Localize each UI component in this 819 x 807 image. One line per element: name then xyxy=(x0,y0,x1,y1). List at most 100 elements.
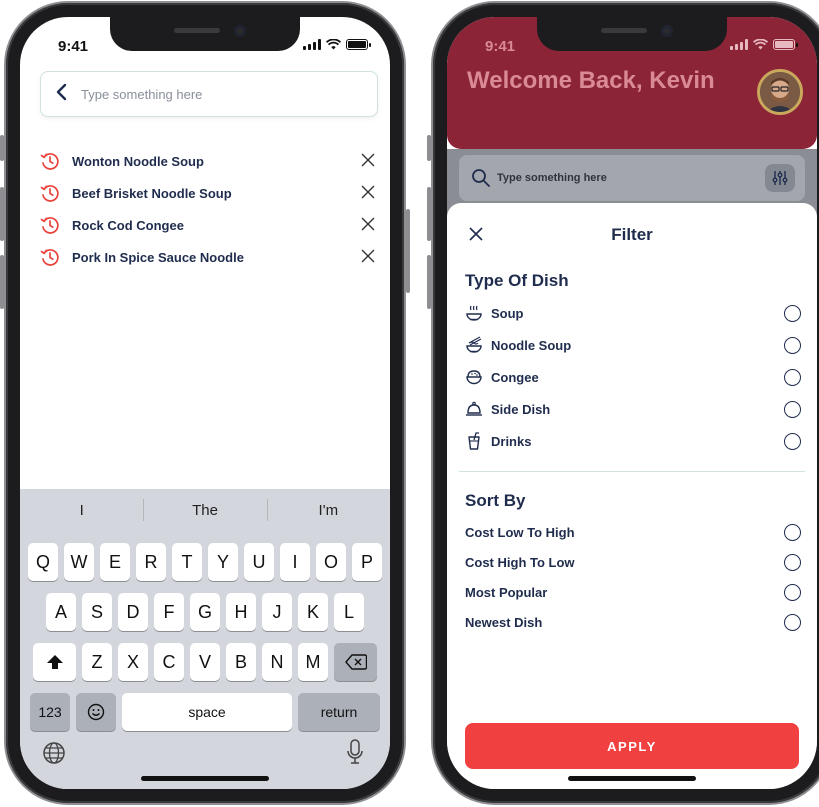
status-icons xyxy=(303,39,371,50)
status-icons xyxy=(730,39,798,50)
return-key[interactable]: return xyxy=(298,693,380,731)
radio-button[interactable] xyxy=(784,583,801,601)
key[interactable]: H xyxy=(226,593,256,631)
search-input[interactable]: Type something here xyxy=(81,87,202,102)
key[interactable]: E xyxy=(100,543,130,581)
filter-option-soup[interactable]: Soup xyxy=(465,300,801,326)
key-row-3: Z X C V B N M xyxy=(20,643,390,681)
filter-option-side-dish[interactable]: Side Dish xyxy=(465,396,801,422)
recent-search-item[interactable]: Rock Cod Congee xyxy=(40,209,380,241)
filter-sliders-icon[interactable] xyxy=(765,164,795,192)
radio-button[interactable] xyxy=(784,553,801,571)
key[interactable]: X xyxy=(118,643,148,681)
battery-icon xyxy=(773,39,798,50)
volume-down-button xyxy=(427,255,431,309)
remove-icon[interactable] xyxy=(356,150,380,173)
suggestion-item[interactable]: The xyxy=(143,498,266,521)
user-photo xyxy=(760,72,800,112)
filter-sheet: Filter Type Of Dish Soup Noodle Soup Con… xyxy=(447,203,817,789)
key[interactable]: K xyxy=(298,593,328,631)
remove-icon[interactable] xyxy=(356,214,380,237)
recent-search-item[interactable]: Beef Brisket Noodle Soup xyxy=(40,177,380,209)
signal-icon xyxy=(730,39,748,50)
avatar[interactable] xyxy=(757,69,803,115)
sort-option-most-popular[interactable]: Most Popular xyxy=(465,579,801,605)
radio-button[interactable] xyxy=(784,523,801,541)
search-bar[interactable]: Type something here xyxy=(40,71,378,117)
recent-search-label: Beef Brisket Noodle Soup xyxy=(72,185,232,201)
back-chevron-icon[interactable] xyxy=(41,71,81,117)
key[interactable]: Q xyxy=(28,543,58,581)
recent-search-item[interactable]: Wonton Noodle Soup xyxy=(40,145,380,177)
sort-option-label: Most Popular xyxy=(465,584,548,600)
sort-option-newest[interactable]: Newest Dish xyxy=(465,609,801,635)
phone-frame-filter: 9:41 Welcome Back, Kevin Type something … xyxy=(427,3,819,803)
recent-search-label: Wonton Noodle Soup xyxy=(72,153,204,169)
recent-search-item[interactable]: Pork In Spice Sauce Noodle xyxy=(40,241,380,273)
filter-option-label: Drinks xyxy=(491,433,532,449)
radio-button[interactable] xyxy=(784,304,801,322)
radio-button[interactable] xyxy=(784,613,801,631)
key[interactable]: V xyxy=(190,643,220,681)
radio-button[interactable] xyxy=(784,432,801,450)
suggestion-item[interactable]: I'm xyxy=(266,498,390,521)
key[interactable]: S xyxy=(82,593,112,631)
space-key[interactable]: space xyxy=(122,693,292,731)
remove-icon[interactable] xyxy=(356,182,380,205)
volume-up-button xyxy=(0,187,4,241)
sort-option-cost-high-low[interactable]: Cost High To Low xyxy=(465,549,801,575)
microphone-icon[interactable] xyxy=(346,739,364,770)
emoji-key[interactable] xyxy=(76,693,116,731)
radio-button[interactable] xyxy=(784,336,801,354)
shift-key[interactable] xyxy=(33,643,76,681)
keyboard-bottom-bar xyxy=(20,735,390,775)
home-search-bar[interactable]: Type something here xyxy=(459,155,805,201)
key[interactable]: G xyxy=(190,593,220,631)
key-row-1: Q W E R T Y U I O P xyxy=(20,543,390,581)
key[interactable]: O xyxy=(316,543,346,581)
key[interactable]: Y xyxy=(208,543,238,581)
key[interactable]: B xyxy=(226,643,256,681)
filter-option-noodle-soup[interactable]: Noodle Soup xyxy=(465,332,801,358)
notch xyxy=(110,17,300,51)
delete-key[interactable] xyxy=(334,643,377,681)
radio-button[interactable] xyxy=(784,400,801,418)
key[interactable]: A xyxy=(46,593,76,631)
history-icon xyxy=(40,183,72,203)
key[interactable]: P xyxy=(352,543,382,581)
apply-button[interactable]: APPLY xyxy=(465,723,799,769)
filter-screen: 9:41 Welcome Back, Kevin Type something … xyxy=(447,17,817,789)
home-search-input[interactable]: Type something here xyxy=(497,172,607,184)
key[interactable]: C xyxy=(154,643,184,681)
mute-switch xyxy=(427,135,431,161)
filter-option-drinks[interactable]: Drinks xyxy=(465,428,801,454)
key[interactable]: I xyxy=(280,543,310,581)
numbers-key[interactable]: 123 xyxy=(30,693,70,731)
status-time: 9:41 xyxy=(58,38,89,55)
volume-up-button xyxy=(427,187,431,241)
key[interactable]: L xyxy=(334,593,364,631)
key[interactable]: F xyxy=(154,593,184,631)
remove-icon[interactable] xyxy=(356,246,380,269)
key[interactable]: M xyxy=(298,643,328,681)
key[interactable]: R xyxy=(136,543,166,581)
key[interactable]: W xyxy=(64,543,94,581)
key-row-4: 123 space return xyxy=(20,693,390,731)
sort-option-cost-low-high[interactable]: Cost Low To High xyxy=(465,519,801,545)
key[interactable]: D xyxy=(118,593,148,631)
globe-icon[interactable] xyxy=(42,741,66,770)
key[interactable]: N xyxy=(262,643,292,681)
sort-option-label: Newest Dish xyxy=(465,614,543,630)
wifi-icon xyxy=(753,39,768,50)
filter-option-congee[interactable]: Congee xyxy=(465,364,801,390)
key[interactable]: J xyxy=(262,593,292,631)
sort-by-heading: Sort By xyxy=(465,491,526,510)
predictive-bar: I The I'm xyxy=(20,489,390,531)
key[interactable]: U xyxy=(244,543,274,581)
suggestion-item[interactable]: I xyxy=(20,502,143,519)
key[interactable]: Z xyxy=(82,643,112,681)
radio-button[interactable] xyxy=(784,368,801,386)
filter-option-label: Noodle Soup xyxy=(491,337,572,353)
notch xyxy=(537,17,727,51)
key[interactable]: T xyxy=(172,543,202,581)
